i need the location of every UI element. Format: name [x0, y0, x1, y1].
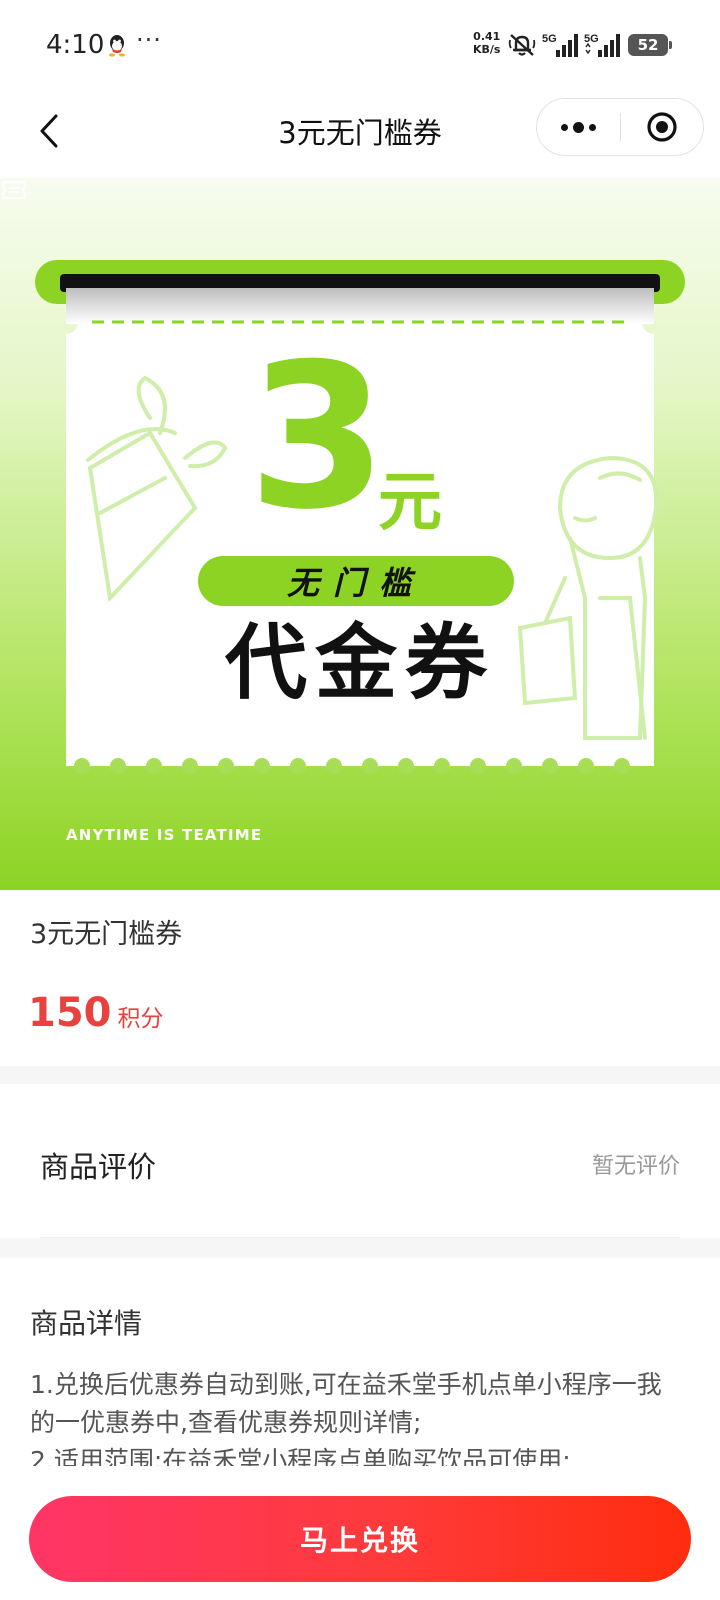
signal-5g-icon: 5G [542, 33, 578, 57]
more-dot-icon [589, 123, 596, 131]
price-value: 150 [28, 990, 112, 1036]
svg-text:5G: 5G [584, 33, 599, 45]
svg-text:5G: 5G [542, 33, 557, 45]
coupon-headline: 代金券 [224, 616, 495, 711]
more-button[interactable] [537, 98, 620, 156]
coupon-amount-number: 3 [248, 321, 387, 554]
reviews-empty-text: 暂无评价 [591, 1154, 680, 1179]
redeem-button[interactable]: 马上兑换 [29, 1496, 691, 1582]
battery-icon: 52 [628, 34, 672, 56]
signal-5g-icon-2: 5G [584, 33, 620, 57]
banner-slogan: ANYTIME IS TEATIME [66, 826, 263, 844]
product-info: 3元无门槛券 150 积分 [0, 890, 720, 1066]
bottom-bar: 马上兑换 [0, 1478, 720, 1600]
status-more-dots: ··· [136, 26, 162, 54]
back-button[interactable] [24, 106, 74, 156]
miniprogram-capsule [536, 98, 704, 156]
price-unit: 积分 [117, 1006, 164, 1032]
details-line: 2.适用范围:在益禾堂小程序点单购买饮品可使用; [30, 1446, 571, 1466]
more-dot-icon [573, 121, 584, 133]
mute-bell-icon [508, 34, 536, 56]
status-time: 4:10 [46, 30, 105, 60]
status-bar: 4:10 ··· 0.41 KB/s 5G 5G 52 [0, 0, 720, 92]
details-body: 1.兑换后优惠券自动到账,可在益禾堂手机点单小程序一我的一优惠券中,查看优惠券规… [30, 1366, 680, 1466]
network-speed: 0.41 KB/s [473, 30, 500, 56]
coupon-currency: 元 [378, 466, 442, 540]
coupon-tag-text: 无门槛 [286, 564, 425, 602]
close-miniprogram-button[interactable] [621, 98, 703, 156]
coupon-tag: 无门槛 [198, 556, 514, 606]
nav-bar: 3元无门槛券 [0, 92, 720, 178]
ticket-icon [1, 180, 27, 200]
network-speed-value: 0.41 [473, 30, 501, 43]
more-dot-icon [561, 123, 568, 131]
target-circle-icon [647, 112, 677, 142]
status-icons: 5G 5G 52 [508, 30, 672, 60]
product-banner: 3 元 无门槛 代金券 ANYTIME IS TEATIME [0, 178, 720, 890]
product-name: 3元无门槛券 [30, 919, 183, 950]
network-speed-unit: KB/s [473, 43, 501, 56]
chevron-left-icon [40, 114, 58, 148]
divider [40, 1237, 680, 1238]
qq-icon [109, 35, 125, 57]
coupon-amount: 3 [248, 338, 387, 538]
reviews-section[interactable]: 商品评价 暂无评价 [0, 1084, 720, 1238]
product-price: 150 积分 [28, 990, 164, 1036]
details-line: 1.兑换后优惠券自动到账,可在益禾堂手机点单小程序一我的一优惠券中,查看优惠券规… [30, 1370, 662, 1437]
battery-level: 52 [637, 36, 659, 54]
reviews-title: 商品评价 [40, 1150, 157, 1184]
details-title: 商品详情 [30, 1307, 143, 1340]
